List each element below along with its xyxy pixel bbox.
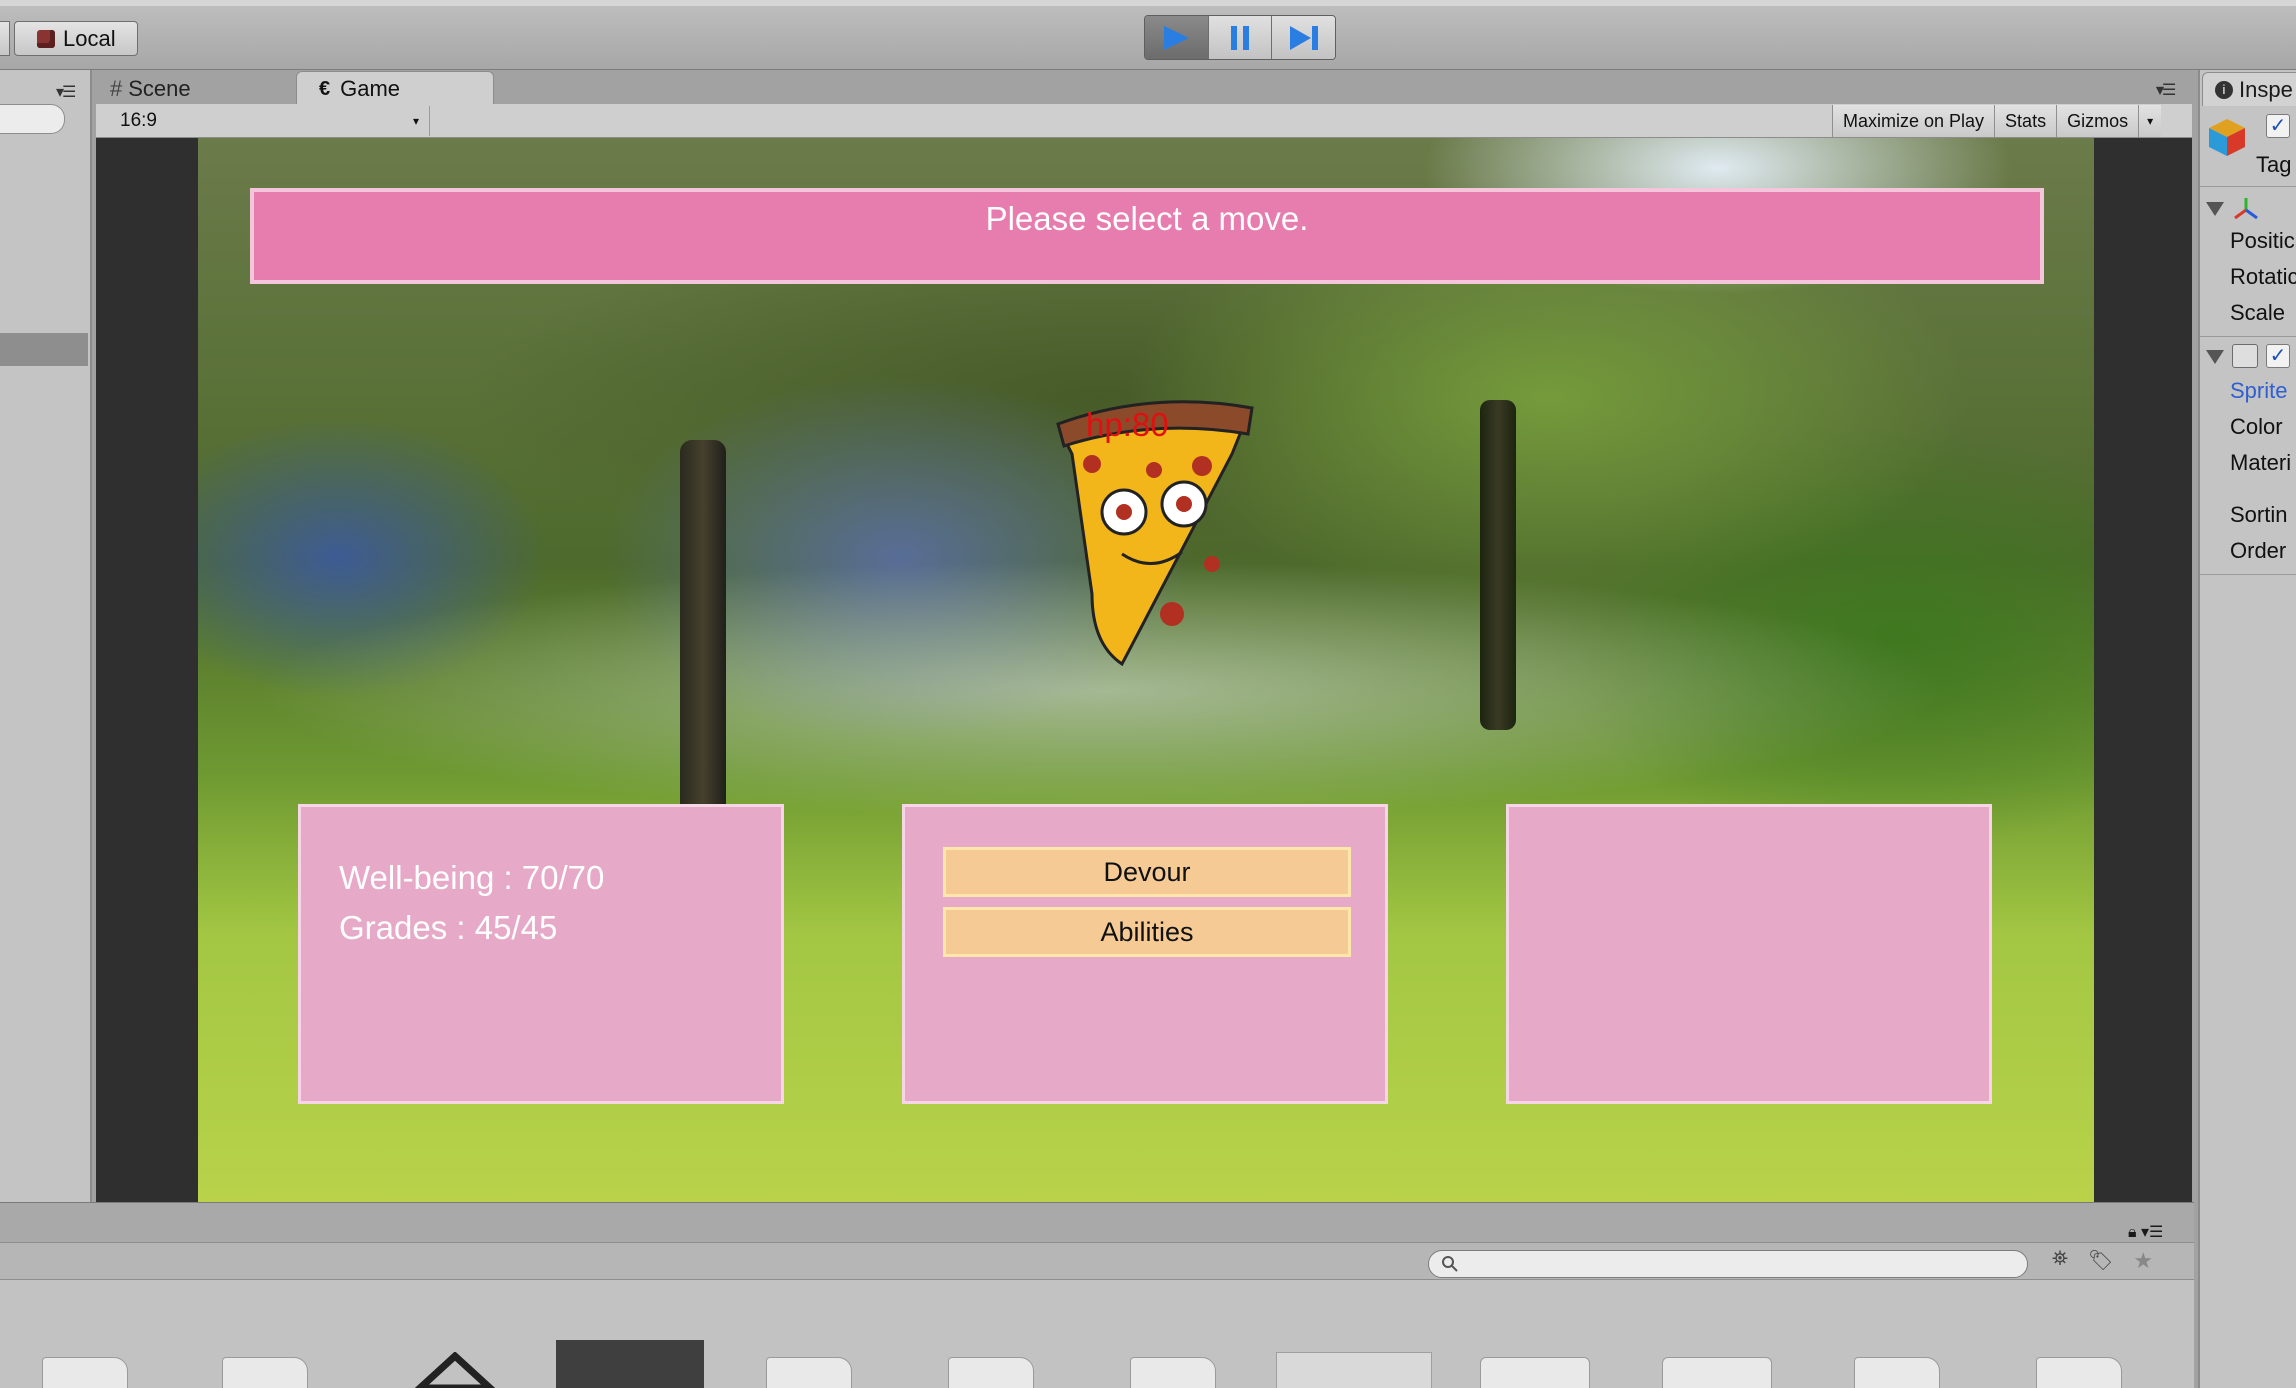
player-stats-panel: Well-being : 70/70 Grades : 45/45	[298, 804, 784, 1104]
sprite-renderer-foldout-arrow[interactable]	[2206, 350, 2224, 364]
tab-inspector[interactable]: i Inspe	[2202, 72, 2296, 106]
hierarchy-search-field[interactable]	[0, 104, 65, 134]
banner-text: Please select a move.	[985, 200, 1309, 237]
asset-file-icon[interactable]	[222, 1357, 308, 1388]
game-icon: €	[319, 77, 331, 100]
selected-asset-tile[interactable]	[556, 1340, 704, 1388]
hierarchy-selected-row[interactable]	[0, 333, 88, 366]
project-panel-header	[0, 1202, 2194, 1242]
asset-file-icon[interactable]	[766, 1357, 852, 1388]
inspector-tab-label: Inspe	[2239, 76, 2293, 102]
rotation-field-label: Rotatic	[2230, 264, 2296, 289]
favorite-star-icon[interactable]: ★	[2133, 1248, 2153, 1274]
pivot-label: Local	[63, 25, 116, 51]
transform-axes-icon	[2234, 198, 2258, 220]
local-cube-icon	[37, 29, 55, 48]
devour-button[interactable]: Devour	[943, 847, 1351, 897]
transform-tools-stub[interactable]	[0, 21, 10, 56]
tag-label: Tag	[2256, 152, 2292, 177]
background-tree-trunk	[1480, 400, 1516, 730]
position-field-label: Positic	[2230, 228, 2295, 253]
enemy-hp-label: hp:80	[1086, 406, 1169, 443]
folder-icon[interactable]	[1662, 1357, 1772, 1388]
aspect-ratio-dropdown[interactable]: 16:9 ▾	[104, 106, 430, 136]
maximize-on-play-toggle[interactable]: Maximize on Play	[1832, 105, 1995, 137]
inspector-divider	[2200, 336, 2296, 337]
tab-scene[interactable]: # Scene	[110, 74, 270, 104]
dropdown-arrow-icon: ▾	[412, 114, 419, 128]
battle-message-banner: Please select a move.	[250, 188, 2044, 284]
folder-icon[interactable]	[1480, 1357, 1590, 1388]
sprite-asset-tile[interactable]	[1276, 1352, 1432, 1388]
playback-controls	[1144, 15, 1336, 60]
asset-file-icon[interactable]	[42, 1357, 128, 1388]
inspector-divider	[2200, 186, 2296, 187]
step-button[interactable]	[1272, 16, 1335, 59]
inspector-menu-icon[interactable]: ▾☰	[2156, 80, 2176, 100]
gizmos-toggle[interactable]: Gizmos	[2056, 105, 2139, 137]
asset-file-icon[interactable]	[948, 1357, 1034, 1388]
sprite-renderer-enabled-checkbox[interactable]: ✓	[2266, 344, 2290, 368]
search-icon	[1442, 1256, 1458, 1272]
sprite-field-label[interactable]: Sprite	[2230, 378, 2287, 404]
pause-icon	[1231, 25, 1249, 50]
lock-icon[interactable]: 🔒︎ ▾☰	[2128, 1222, 2163, 1242]
asset-file-icon[interactable]	[2036, 1357, 2122, 1388]
tab-game-label: Game	[340, 76, 401, 101]
color-field-label: Color	[2230, 414, 2283, 439]
tab-scene-label: Scene	[128, 76, 191, 101]
asset-file-icon[interactable]	[1130, 1357, 1216, 1388]
project-filter-icons: ⛯ 🏷︎ ★	[2052, 1248, 2153, 1274]
material-field-label: Materi	[2230, 450, 2292, 475]
wellbeing-stat: Well-being : 70/70	[339, 859, 605, 896]
gameobject-cube-icon	[2209, 119, 2245, 156]
stats-toggle[interactable]: Stats	[1994, 105, 2057, 137]
aspect-ratio-value: 16:9	[120, 110, 157, 131]
panel-menu-icon[interactable]: ▾☰	[56, 82, 76, 102]
scale-field-label: Scale	[2230, 300, 2286, 325]
asset-file-icon[interactable]	[1854, 1357, 1940, 1388]
hierarchy-panel	[0, 70, 92, 1202]
filter-by-type-icon[interactable]: ⛯	[2052, 1248, 2068, 1274]
gameobject-active-checkbox[interactable]: ✓	[2266, 114, 2290, 138]
inspector-divider	[2200, 574, 2296, 575]
moves-panel: Devour Abilities	[902, 804, 1388, 1104]
step-icon	[1289, 25, 1318, 50]
sorting-layer-label: Sortin	[2230, 502, 2288, 527]
tab-game[interactable]: € Game	[296, 71, 494, 106]
pause-button[interactable]	[1208, 16, 1273, 59]
pivot-local-toggle[interactable]: Local	[14, 21, 138, 56]
gizmos-dropdown[interactable]: ▾	[2138, 105, 2162, 137]
play-button[interactable]	[1145, 16, 1209, 59]
info-icon: i	[2215, 80, 2233, 99]
info-panel-empty	[1506, 804, 1992, 1104]
grades-stat: Grades : 45/45	[339, 909, 558, 946]
sprite-renderer-icon	[2232, 344, 2258, 368]
game-view-options: Maximize on Play Stats Gizmos ▾	[1832, 105, 2162, 137]
unity-scene-icon[interactable]	[410, 1352, 500, 1388]
scene-grid-icon: #	[110, 76, 123, 101]
filter-by-label-icon[interactable]: 🏷︎	[2088, 1248, 2113, 1274]
dropdown-arrow-icon: ▾	[2147, 114, 2154, 128]
play-icon	[1164, 25, 1190, 50]
project-search-input[interactable]	[1428, 1250, 2028, 1278]
abilities-button[interactable]: Abilities	[943, 907, 1351, 957]
order-in-layer-label: Order	[2230, 538, 2287, 563]
transform-foldout-arrow[interactable]	[2206, 202, 2224, 216]
